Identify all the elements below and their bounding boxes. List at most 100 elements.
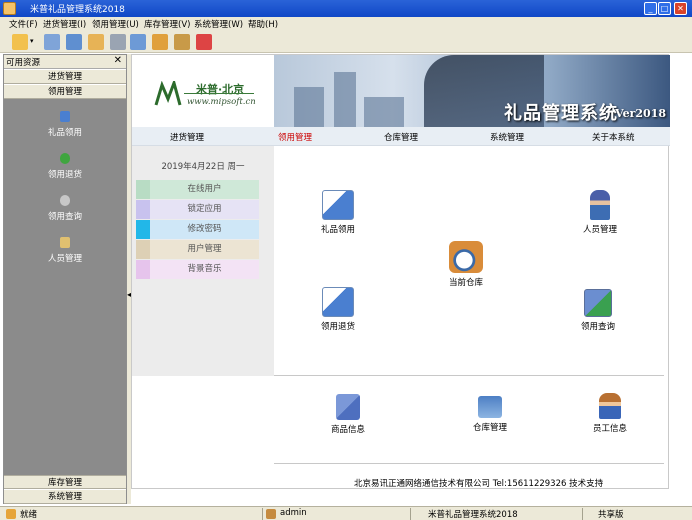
use-query-icon [584, 289, 612, 317]
nav-about[interactable]: 关于本系统 [592, 131, 635, 143]
maximize-button[interactable]: □ [658, 2, 671, 15]
link-user-mgmt[interactable]: 用户管理 [136, 240, 259, 259]
category-stock[interactable]: 库存管理 [4, 475, 126, 489]
close-button[interactable]: ✕ [674, 2, 687, 15]
func-store-mgmt[interactable]: 仓库管理 [460, 396, 520, 433]
gift-icon[interactable] [152, 34, 168, 50]
status-separator [262, 508, 263, 520]
resource-item-label: 领用查询 [47, 212, 82, 222]
banner-image: 礼品管理系统 Ver2018 [274, 55, 670, 127]
link-change-password[interactable]: 修改密码 [136, 220, 259, 239]
staff-icon [590, 190, 610, 220]
window-title: 米普礼品管理系统2018 [30, 5, 125, 15]
status-ready: 就绪 [20, 510, 38, 520]
exit-icon[interactable] [196, 34, 212, 50]
func-current-store[interactable]: 当前仓库 [436, 241, 496, 288]
nav-use[interactable]: 领用管理 [278, 131, 312, 143]
link-swatch [136, 200, 150, 219]
title-bar: 米普礼品管理系统2018 _ □ ✕ [0, 0, 692, 17]
toolbar: ▾ [0, 31, 692, 53]
func-label: 员工信息 [592, 424, 627, 434]
func-gift-use[interactable]: 礼品领用 [308, 190, 368, 235]
link-swatch [136, 240, 150, 259]
link-label: 锁定应用 [187, 204, 222, 214]
menu-purchase[interactable]: 进货管理(I) [43, 18, 86, 30]
resource-item-use-return[interactable]: 领用退货 [4, 153, 126, 180]
nav-system[interactable]: 系统管理 [490, 131, 524, 143]
link-background-music[interactable]: 背景音乐 [136, 260, 259, 279]
return-icon [60, 153, 70, 164]
func-use-query[interactable]: 领用查询 [568, 289, 628, 332]
open-folder-icon[interactable] [12, 34, 28, 50]
search-icon [60, 195, 70, 206]
link-swatch [136, 180, 150, 199]
func-label: 人员管理 [582, 225, 617, 235]
func-product-info[interactable]: 商品信息 [318, 394, 378, 435]
menu-stock[interactable]: 库存管理(V) [144, 18, 190, 30]
category-purchase[interactable]: 进货管理 [4, 70, 126, 84]
category-use[interactable]: 领用管理 [4, 85, 126, 99]
link-label: 用户管理 [187, 244, 222, 254]
logo-name: 米普·北京 [196, 83, 245, 96]
status-edition: 共享版 [598, 510, 624, 520]
menu-bar: 文件(F) 进货管理(I) 领用管理(U) 库存管理(V) 系统管理(W) 帮助… [0, 17, 692, 31]
use-return-icon [322, 287, 354, 317]
resource-item-label: 人员管理 [47, 254, 82, 264]
resource-item-staff-mgmt[interactable]: 人员管理 [4, 237, 126, 264]
link-swatch [136, 260, 150, 279]
resource-item-gift-use[interactable]: 礼品领用 [4, 111, 126, 138]
nav-purchase[interactable]: 进货管理 [170, 131, 204, 143]
book-icon[interactable] [66, 34, 82, 50]
link-label: 修改密码 [187, 224, 222, 234]
menu-file[interactable]: 文件(F) [9, 18, 38, 30]
resource-item-use-query[interactable]: 领用查询 [4, 195, 126, 222]
func-label: 当前仓库 [448, 278, 483, 288]
user-icon [266, 509, 276, 519]
resource-item-label: 礼品领用 [47, 128, 82, 138]
printer-icon[interactable] [110, 34, 126, 50]
panel-icon[interactable] [44, 34, 60, 50]
minimize-button[interactable]: _ [644, 2, 657, 15]
top-nav: 进货管理 领用管理 仓库管理 系统管理 关于本系统 [132, 127, 670, 146]
user-lock-icon[interactable] [174, 34, 190, 50]
link-online-users[interactable]: 在线用户 [136, 180, 259, 199]
resource-panel: 可用资源 ✕ 进货管理 领用管理 礼品领用 领用退货 领用查询 人员管理 库存管… [3, 54, 127, 504]
link-label: 背景音乐 [187, 264, 222, 274]
current-date: 2019年4月22日 周一 [161, 162, 245, 172]
func-label: 商品信息 [330, 425, 365, 435]
divider [274, 375, 664, 376]
employee-icon [599, 393, 621, 419]
status-separator [410, 508, 411, 520]
building-shape [364, 97, 404, 127]
logo-url: www.mipsoft.cn [187, 97, 256, 107]
status-icon [6, 509, 16, 519]
link-lock-app[interactable]: 锁定应用 [136, 200, 259, 219]
status-separator [582, 508, 583, 520]
resource-panel-title: 可用资源 [6, 58, 41, 68]
category-system[interactable]: 系统管理 [4, 490, 126, 504]
menu-system[interactable]: 系统管理(W) [194, 18, 243, 30]
status-app-name: 米普礼品管理系统2018 [428, 510, 518, 520]
logo-divider [184, 93, 254, 94]
home-icon[interactable] [88, 34, 104, 50]
users-icon[interactable] [130, 34, 146, 50]
status-user: admin [280, 508, 307, 518]
func-label: 仓库管理 [472, 423, 507, 433]
divider [274, 463, 664, 464]
func-staff-mgmt[interactable]: 人员管理 [570, 190, 630, 235]
gift-doc-icon [60, 111, 70, 122]
store-search-icon [449, 241, 483, 273]
building-shape [334, 72, 356, 127]
panel-close-icon[interactable]: ✕ [114, 55, 122, 66]
app-icon[interactable] [3, 2, 16, 15]
nav-store[interactable]: 仓库管理 [384, 131, 418, 143]
resource-items: 礼品领用 领用退货 领用查询 人员管理 [4, 99, 126, 475]
menu-use[interactable]: 领用管理(U) [92, 18, 139, 30]
menu-help[interactable]: 帮助(H) [248, 18, 278, 30]
dropdown-arrow-icon[interactable]: ▾ [30, 37, 34, 45]
func-label: 礼品领用 [320, 225, 355, 235]
func-use-return[interactable]: 领用退货 [308, 287, 368, 332]
resource-item-label: 领用退货 [47, 170, 82, 180]
store-mgmt-icon [478, 396, 502, 418]
func-employee-info[interactable]: 员工信息 [580, 393, 640, 434]
